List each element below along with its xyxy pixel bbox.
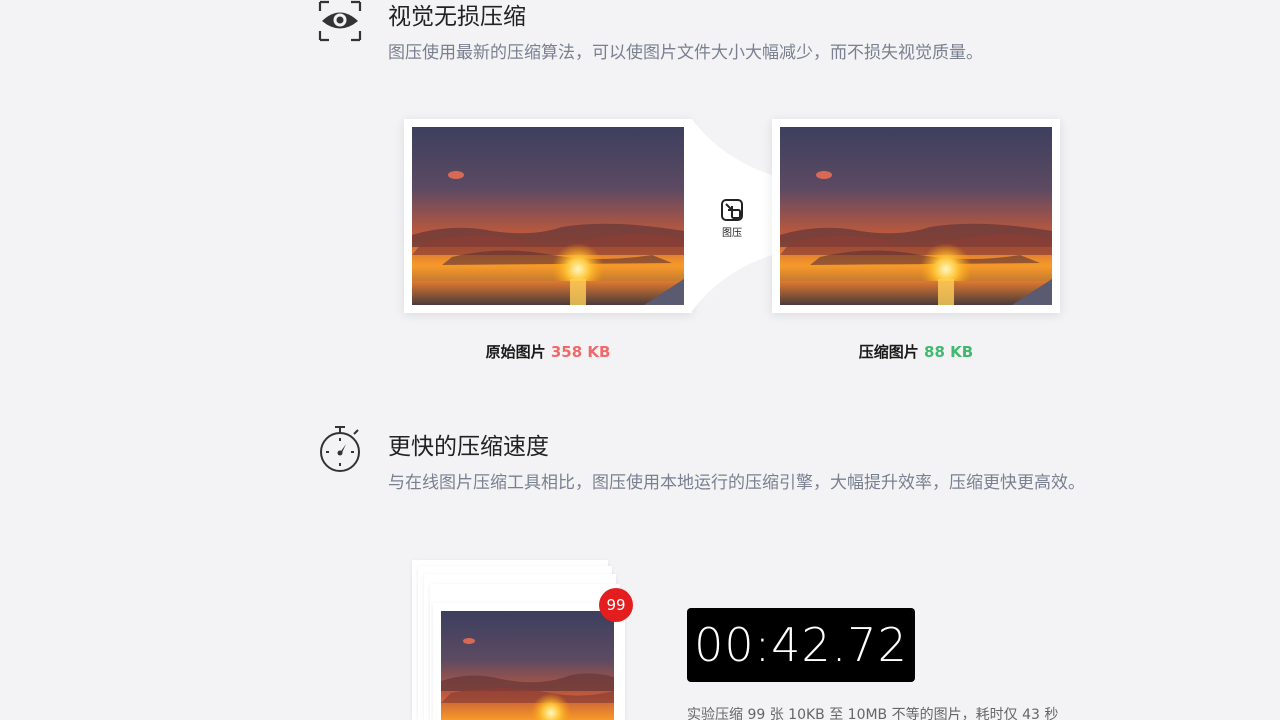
page: 视觉无损压缩 图压使用最新的压缩算法，可以使图片文件大小大幅减少，而不损失视觉质… [0, 0, 1280, 720]
speed-description: 与在线图片压缩工具相比，图压使用本地运行的压缩引擎，大幅提升效率，压缩更快更高效… [388, 473, 1085, 493]
compressed-photo [780, 127, 1052, 305]
compressed-size: 88 KB [924, 343, 974, 361]
stack-card-top [433, 603, 625, 720]
original-caption: 原始图片 358 KB [404, 341, 692, 362]
lossless-description: 图压使用最新的压缩算法，可以使图片文件大小大幅减少，而不损失视觉质量。 [388, 43, 983, 63]
compression-timer: 00:42.72 [687, 608, 915, 682]
original-photo-frame [404, 119, 692, 313]
original-label: 原始图片 [485, 343, 546, 361]
compress-badge: 图压 [712, 198, 752, 239]
compressed-photo-frame [772, 119, 1060, 313]
compress-badge-label: 图压 [722, 228, 742, 239]
lossless-title: 视觉无损压缩 [388, 4, 526, 30]
compress-icon [721, 199, 743, 221]
image-count-badge: 99 [599, 588, 633, 622]
compressed-label: 压缩图片 [858, 343, 919, 361]
eye-scan-icon [318, 0, 362, 46]
compressed-caption: 压缩图片 88 KB [772, 341, 1060, 362]
original-photo [412, 127, 684, 305]
speed-title: 更快的压缩速度 [388, 434, 549, 460]
original-size: 358 KB [550, 343, 611, 361]
timer-note: 实验压缩 99 张 10KB 至 10MB 不等的图片，耗时仅 43 秒 [687, 707, 1059, 720]
stopwatch-icon [318, 424, 362, 478]
stack-photo [441, 611, 614, 720]
